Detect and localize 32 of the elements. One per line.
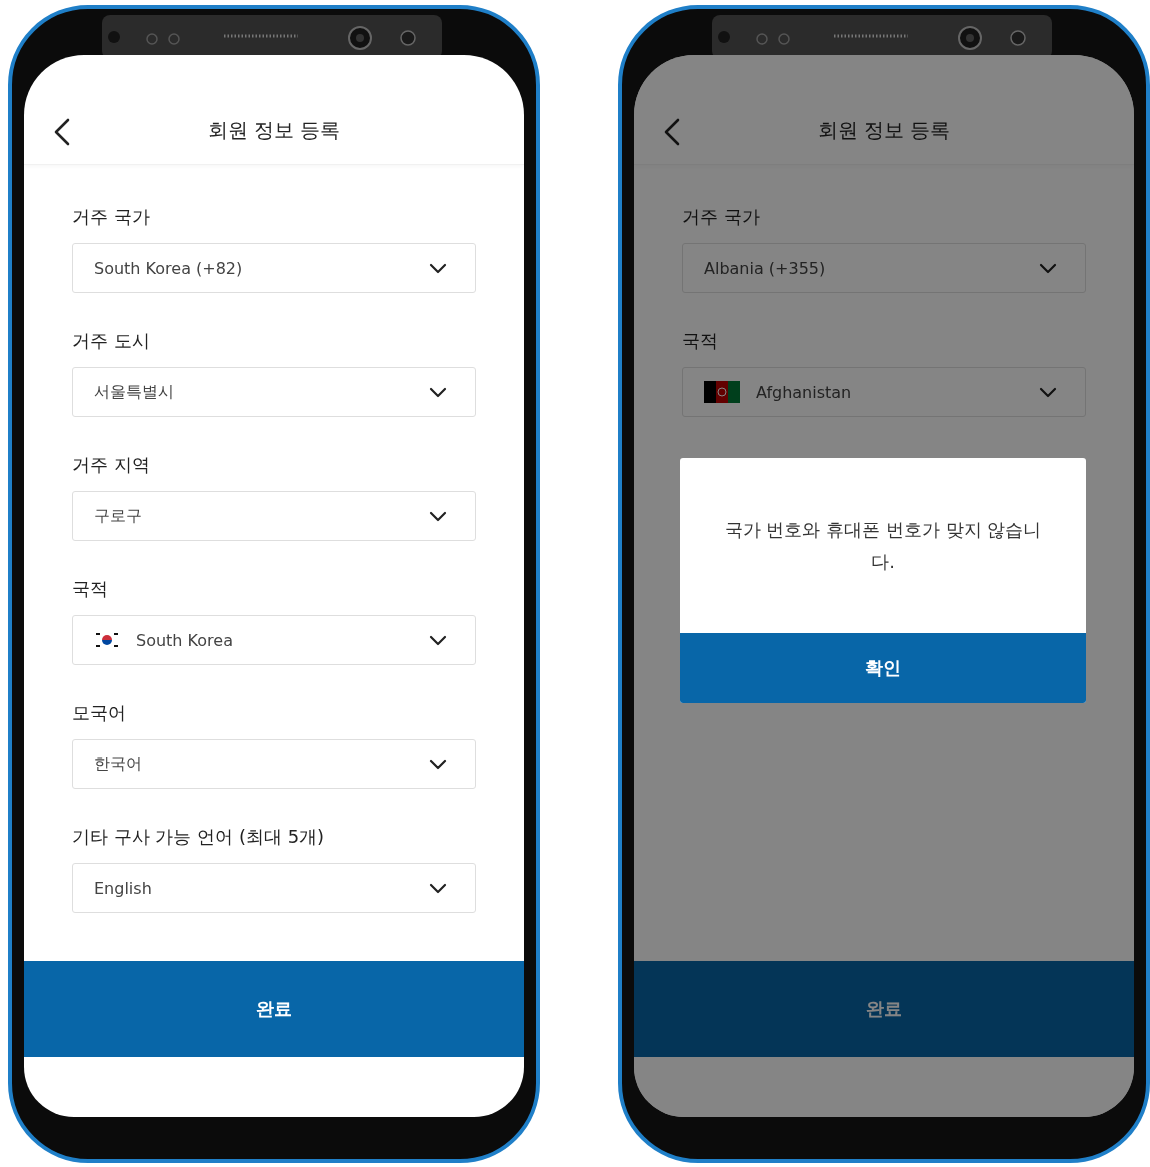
screen-title: 회원 정보 등록 bbox=[207, 117, 341, 144]
alert-message: 국가 번호와 휴대폰 번호가 맞지 않습니다. bbox=[723, 517, 1043, 574]
chevron-down-icon bbox=[429, 510, 447, 522]
back-icon[interactable] bbox=[52, 117, 72, 147]
field-label: 국적 bbox=[72, 577, 108, 601]
field-label: 거주 도시 bbox=[72, 329, 150, 353]
chevron-down-icon bbox=[429, 758, 447, 770]
field-label: 기타 구사 가능 언어 (최대 5개) bbox=[72, 825, 325, 849]
confirm-button[interactable]: 확인 bbox=[680, 633, 1086, 703]
dropdown-field[interactable]: Albania (+355) bbox=[682, 243, 1086, 293]
chevron-down-icon bbox=[1039, 262, 1057, 274]
chevron-down-icon bbox=[429, 262, 447, 274]
chevron-down-icon bbox=[1039, 386, 1057, 398]
dropdown-field[interactable]: 한국어 bbox=[72, 739, 476, 789]
field-label: 거주 지역 bbox=[72, 453, 150, 477]
chevron-down-icon bbox=[429, 882, 447, 894]
dropdown-field[interactable]: South Korea bbox=[72, 615, 476, 665]
field-label: 국적 bbox=[682, 329, 718, 353]
field-label: 모국어 bbox=[72, 701, 126, 725]
chevron-down-icon bbox=[429, 386, 447, 398]
field-label: 거주 국가 bbox=[682, 205, 760, 229]
dropdown-field[interactable]: South Korea (+82) bbox=[72, 243, 476, 293]
dropdown-field[interactable]: 서울특별시 bbox=[72, 367, 476, 417]
screen-title: 회원 정보 등록 bbox=[817, 117, 951, 144]
flag-icon bbox=[94, 631, 120, 649]
dropdown-field[interactable]: English bbox=[72, 863, 476, 913]
dropdown-field[interactable]: Afghanistan bbox=[682, 367, 1086, 417]
dropdown-field[interactable]: 구로구 bbox=[72, 491, 476, 541]
flag-icon bbox=[704, 381, 740, 403]
submit-button[interactable]: 완료 bbox=[24, 961, 524, 1057]
chevron-down-icon bbox=[429, 634, 447, 646]
field-label: 거주 국가 bbox=[72, 205, 150, 229]
